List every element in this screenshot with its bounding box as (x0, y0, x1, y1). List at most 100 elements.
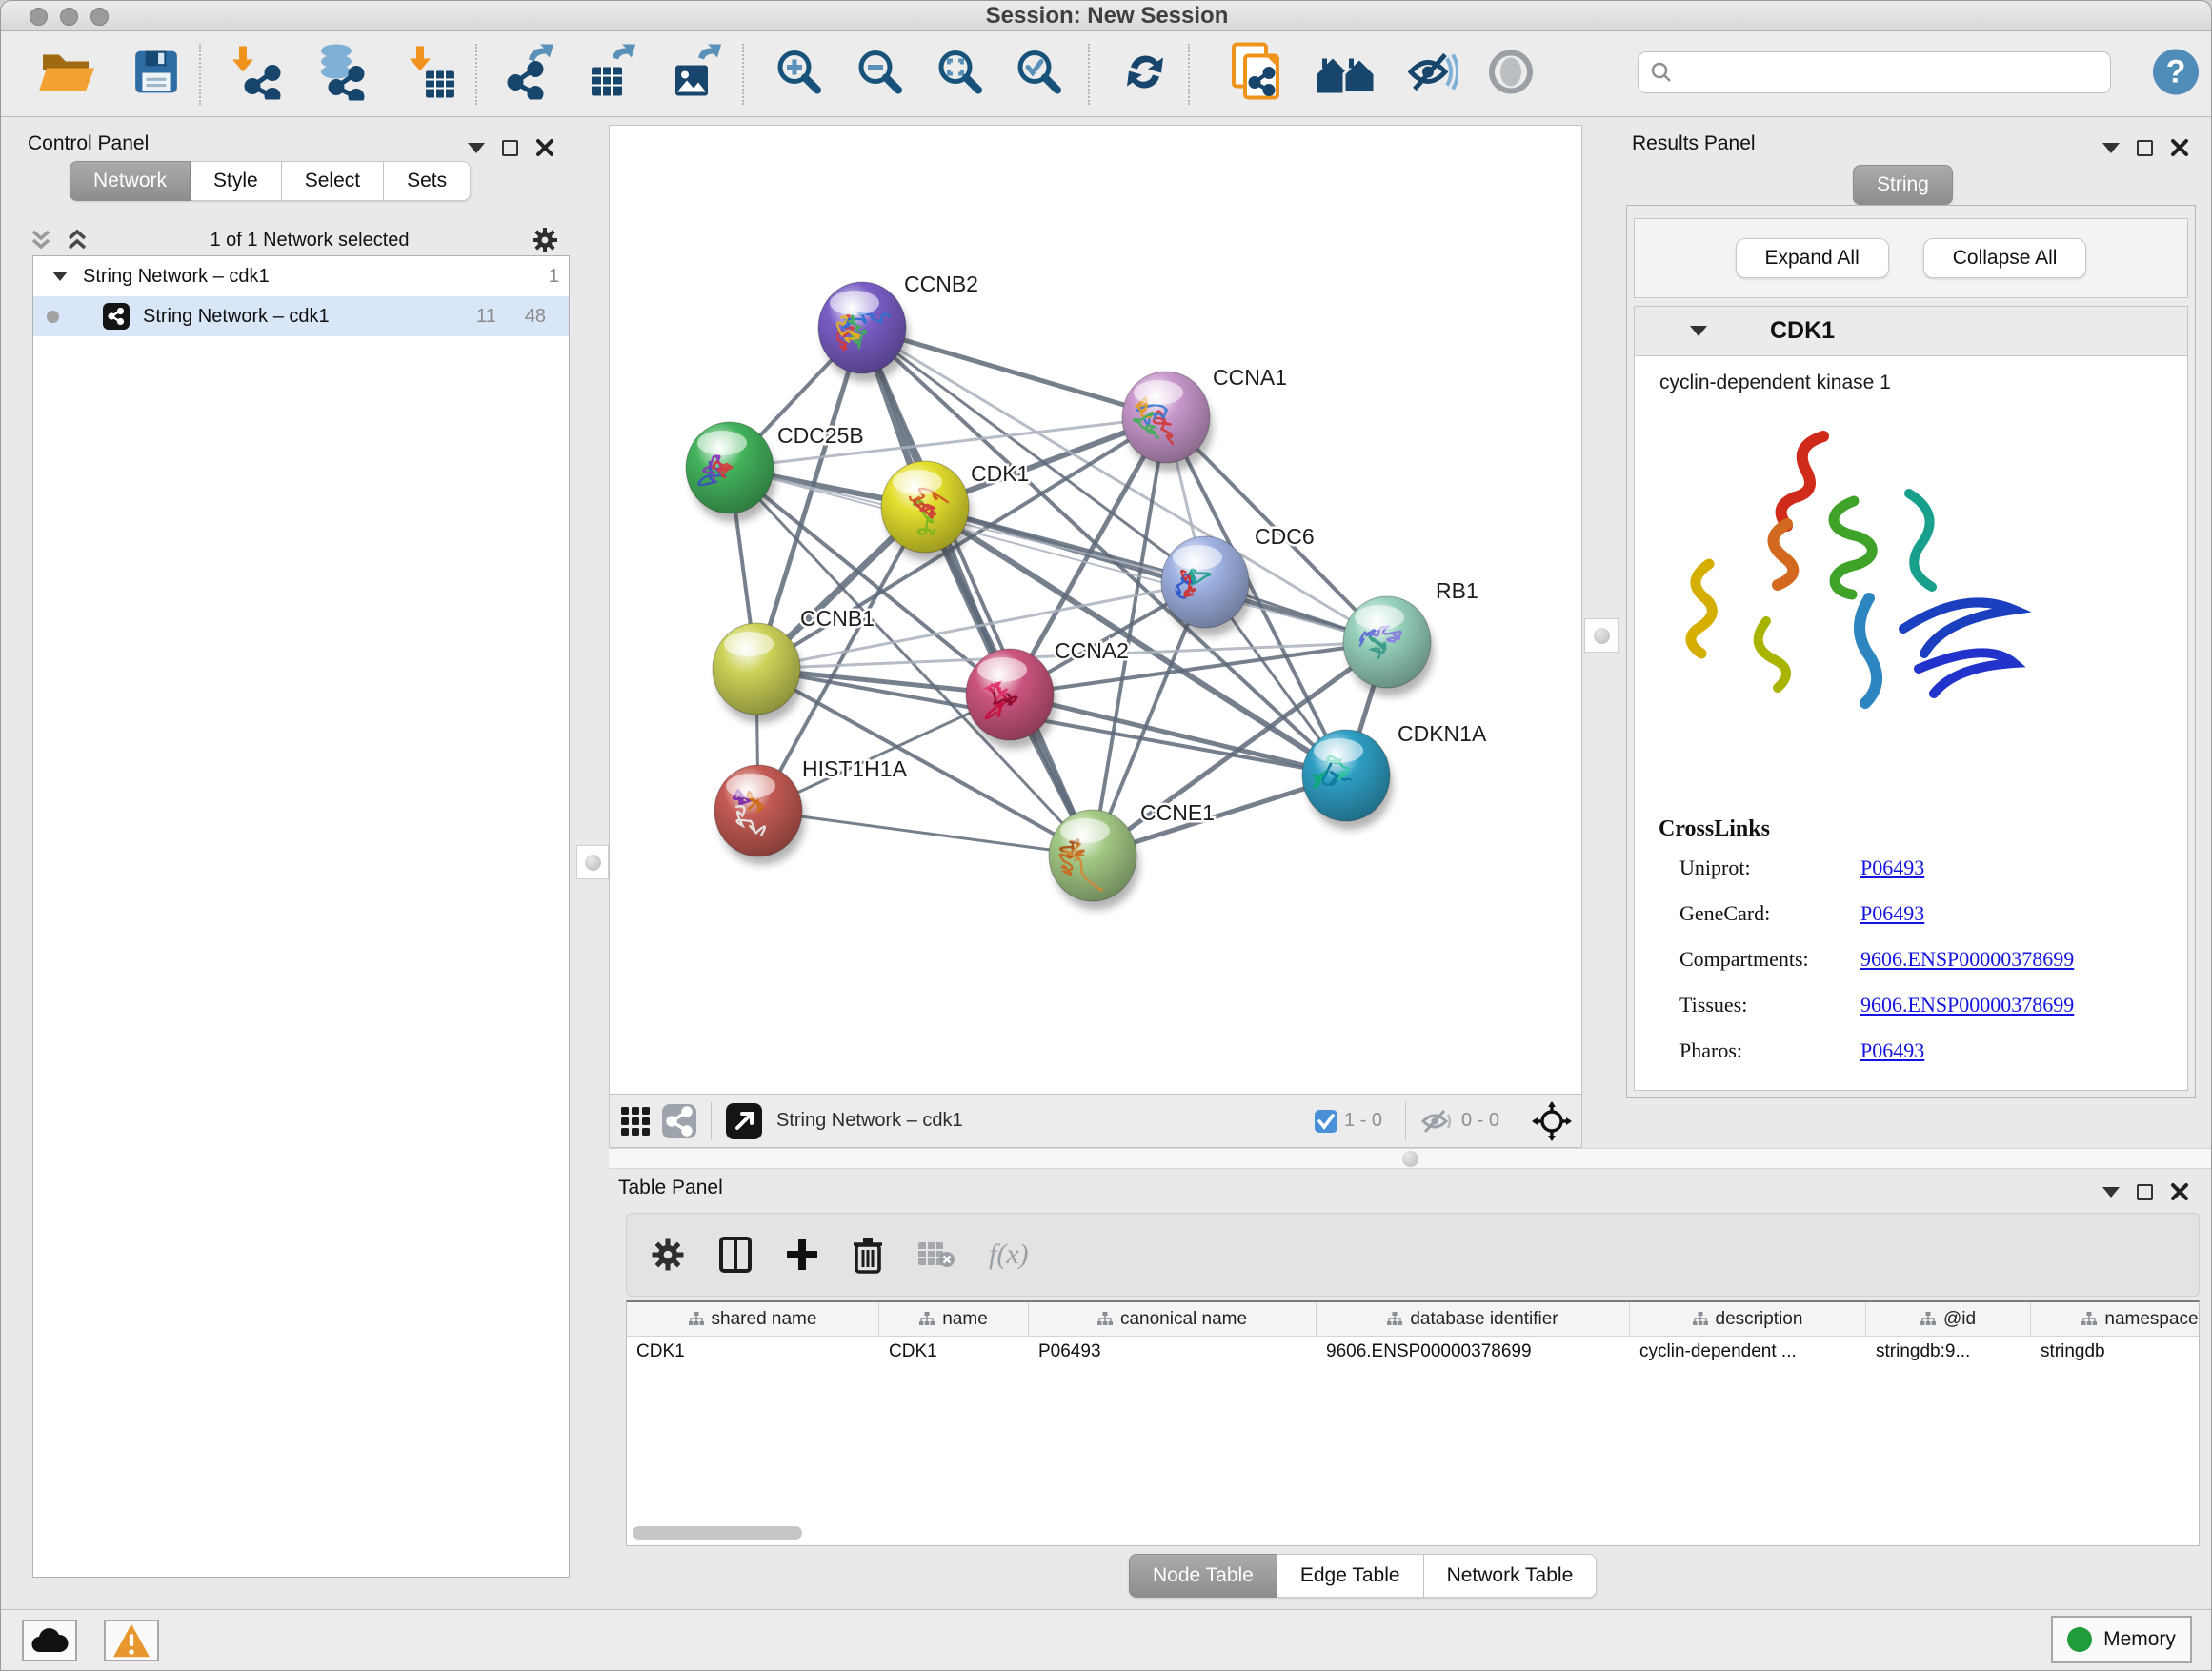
panel-float-icon[interactable] (2137, 1184, 2153, 1200)
tab-select[interactable]: Select (282, 161, 384, 201)
import-table-file-icon[interactable] (405, 45, 456, 105)
node-label-CDKN1A: CDKN1A (1398, 721, 1487, 746)
crosslink-link[interactable]: P06493 (1860, 856, 1924, 880)
table-panel-title: Table Panel (618, 1177, 723, 1199)
crosslink-row: Compartments:9606.ENSP00000378699 (1679, 947, 2173, 972)
network-view-mode-icon[interactable] (661, 1103, 697, 1139)
zoom-fit-icon[interactable] (935, 48, 985, 102)
gene-result-header[interactable]: CDK1 (1635, 307, 2187, 356)
clone-network-icon[interactable] (1228, 43, 1287, 107)
panel-close-icon[interactable] (2170, 138, 2189, 157)
column-header-namespace[interactable]: namespace (2031, 1302, 2200, 1336)
crosslinks-title: CrossLinks (1659, 816, 2173, 842)
column-header-name[interactable]: name (879, 1302, 1029, 1336)
search-input[interactable] (1680, 62, 2099, 84)
collapse-all-button[interactable]: Collapse All (1923, 238, 2087, 278)
warnings-button[interactable] (104, 1620, 159, 1661)
save-session-icon[interactable] (132, 49, 180, 101)
crosslink-link[interactable]: P06493 (1860, 1038, 1924, 1063)
network-row[interactable]: String Network – cdk1 11 48 (33, 296, 569, 336)
open-session-icon[interactable] (39, 48, 98, 102)
toolbar-separator (1088, 44, 1090, 105)
column-header-description[interactable]: description (1630, 1302, 1866, 1336)
column-type-icon (1693, 1312, 1708, 1326)
network-view-canvas[interactable]: CCNB2CCNA1CDC25BCDK1CDC6RB1CCNB1CCNA2CDK… (609, 125, 1582, 1095)
panel-float-icon[interactable] (502, 140, 518, 156)
hidden-elements-eye-icon (1419, 1107, 1456, 1136)
column-type-icon (1920, 1312, 1936, 1326)
expand-all-icon[interactable] (66, 228, 89, 252)
panel-menu-icon[interactable] (2102, 1187, 2120, 1198)
import-network-database-icon[interactable] (308, 44, 369, 106)
table-horizontal-scrollbar[interactable] (631, 1526, 2193, 1540)
gene-collapse-icon[interactable] (1690, 326, 1707, 336)
scrollbar-thumb[interactable] (633, 1526, 802, 1540)
help-icon[interactable]: ? (2150, 47, 2202, 103)
open-in-window-icon[interactable] (725, 1102, 763, 1140)
network-status-dot (47, 311, 59, 323)
tab-sets[interactable]: Sets (384, 161, 471, 201)
bottom-splitter-grip[interactable] (1396, 1150, 1424, 1167)
crosslink-link[interactable]: 9606.ENSP00000378699 (1860, 993, 2074, 1017)
export-table-file-icon[interactable] (584, 45, 641, 105)
network-options-gear-icon[interactable] (531, 226, 559, 254)
zoom-selected-icon[interactable] (1015, 48, 1064, 102)
selection-summary: 1 of 1 Network selected (89, 230, 531, 252)
window-title: Session: New Session (1, 3, 2212, 30)
right-splitter-grip[interactable] (1584, 618, 1619, 653)
panel-float-icon[interactable] (2137, 140, 2153, 156)
birdseye-crosshair-icon[interactable] (1532, 1101, 1572, 1141)
column-header-canonical-name[interactable]: canonical name (1029, 1302, 1317, 1336)
node-label-HIST1H1A: HIST1H1A (802, 756, 908, 781)
network-view-title: String Network – cdk1 (776, 1110, 1314, 1132)
status-bar: Memory (1, 1609, 2212, 1671)
column-type-icon (689, 1312, 704, 1326)
tab-edge-table[interactable]: Edge Table (1277, 1554, 1424, 1598)
expand-all-button[interactable]: Expand All (1736, 238, 1889, 278)
grid-view-icon[interactable] (619, 1105, 652, 1137)
left-splitter-grip[interactable] (576, 845, 609, 879)
column-type-icon (919, 1312, 935, 1326)
show-all-icon[interactable] (1485, 47, 1537, 103)
table-settings-gear-icon[interactable] (650, 1237, 686, 1273)
table-cell: 9606.ENSP00000378699 (1317, 1337, 1630, 1369)
crosslink-label: Compartments: (1679, 947, 1860, 972)
selected-nodes-checkbox-icon[interactable] (1314, 1109, 1338, 1134)
network-collection-row[interactable]: String Network – cdk1 1 (33, 256, 569, 296)
zoom-in-icon[interactable] (774, 48, 824, 102)
panel-menu-icon[interactable] (2102, 143, 2120, 153)
import-network-file-icon[interactable] (228, 45, 283, 105)
collapse-all-icon[interactable] (30, 228, 52, 252)
panel-close-icon[interactable] (2170, 1182, 2189, 1201)
title-bar: Session: New Session (1, 1, 2212, 31)
memory-button[interactable]: Memory (2051, 1616, 2192, 1663)
hide-selected-icon[interactable] (1403, 48, 1458, 102)
column-header-database-identifier[interactable]: database identifier (1317, 1302, 1630, 1336)
panel-close-icon[interactable] (535, 138, 554, 157)
control-panel-title: Control Panel (28, 132, 149, 155)
crosslink-link[interactable]: P06493 (1860, 901, 1924, 926)
column-header-@id[interactable]: @id (1866, 1302, 2031, 1336)
zoom-out-icon[interactable] (855, 48, 905, 102)
tab-network[interactable]: Network (70, 161, 191, 201)
tab-style[interactable]: Style (191, 161, 282, 201)
delete-column-trash-icon[interactable] (852, 1236, 884, 1274)
panel-menu-icon[interactable] (468, 143, 485, 153)
table-cell: stringdb (2031, 1337, 2200, 1369)
node-label-CDK1: CDK1 (971, 461, 1029, 486)
export-network-file-icon[interactable] (500, 45, 557, 105)
table-row[interactable]: CDK1CDK1P064939606.ENSP00000378699cyclin… (627, 1337, 2199, 1369)
tab-node-table[interactable]: Node Table (1129, 1554, 1277, 1598)
first-neighbors-icon[interactable] (1314, 48, 1378, 102)
crosslink-label: Uniprot: (1679, 856, 1860, 880)
column-header-shared-name[interactable]: shared name (627, 1302, 879, 1336)
cloud-status-button[interactable] (22, 1620, 77, 1661)
apply-layout-icon[interactable] (1121, 49, 1169, 101)
collection-expand-icon[interactable] (52, 272, 68, 281)
tab-string[interactable]: String (1853, 165, 1953, 205)
crosslink-link[interactable]: 9606.ENSP00000378699 (1860, 947, 2074, 972)
add-column-icon[interactable] (785, 1238, 819, 1272)
show-columns-icon[interactable] (718, 1236, 753, 1274)
tab-network-table[interactable]: Network Table (1424, 1554, 1598, 1598)
export-image-icon[interactable] (668, 45, 725, 105)
